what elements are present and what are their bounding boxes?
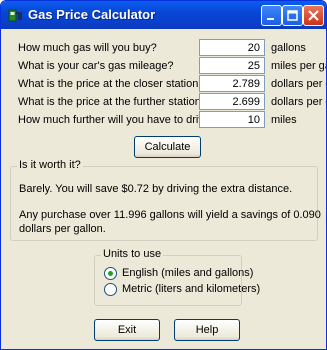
gas-amount-label: How much gas will you buy? xyxy=(18,42,157,54)
further-price-unit: dollars per gallon xyxy=(271,96,326,108)
close-icon xyxy=(308,10,319,21)
extra-distance-input[interactable] xyxy=(199,111,265,128)
units-groupbox: Units to use English (miles and gallons)… xyxy=(94,248,260,306)
result-detail-line1: Any purchase over 11.996 gallons will yi… xyxy=(19,209,321,221)
help-button[interactable]: Help xyxy=(174,319,240,341)
gas-amount-unit: gallons xyxy=(271,42,306,54)
maximize-icon xyxy=(287,10,298,21)
closer-price-input[interactable] xyxy=(199,75,265,92)
result-legend: Is it worth it? xyxy=(17,159,83,171)
extra-distance-label: How much further will you have to drive? xyxy=(18,114,217,126)
english-units-radio[interactable] xyxy=(104,267,117,280)
english-units-label[interactable]: English (miles and gallons) xyxy=(122,267,253,279)
gas-amount-input[interactable] xyxy=(199,39,265,56)
extra-distance-unit: miles xyxy=(271,114,297,126)
result-summary: Barely. You will save $0.72 by driving t… xyxy=(19,183,293,195)
gas-pump-icon xyxy=(8,9,22,22)
minimize-button[interactable] xyxy=(261,5,282,26)
further-price-input[interactable] xyxy=(199,93,265,110)
further-price-label: What is the price at the further station… xyxy=(18,96,207,108)
gas-mileage-unit: miles per gallon xyxy=(271,60,326,72)
gas-price-calculator-window: Gas Price Calculator How much gas will y… xyxy=(0,0,327,350)
gas-mileage-input[interactable] xyxy=(199,57,265,74)
selected-dot xyxy=(108,271,113,276)
result-detail-line2: dollars per gallon. xyxy=(19,223,106,235)
exit-button[interactable]: Exit xyxy=(94,319,160,341)
close-button[interactable] xyxy=(303,5,324,26)
window-title: Gas Price Calculator xyxy=(28,7,156,22)
metric-units-radio[interactable] xyxy=(104,283,117,296)
title-bar[interactable]: Gas Price Calculator xyxy=(1,1,326,29)
result-groupbox: Is it worth it? Barely. You will save $0… xyxy=(10,159,321,241)
gas-mileage-label: What is your car's gas mileage? xyxy=(18,60,174,72)
minimize-icon xyxy=(267,18,274,20)
units-legend: Units to use xyxy=(101,248,164,260)
closer-price-unit: dollars per gallon xyxy=(271,78,326,90)
calculate-button[interactable]: Calculate xyxy=(134,136,201,158)
maximize-button[interactable] xyxy=(282,5,303,26)
metric-units-label[interactable]: Metric (liters and kilometers) xyxy=(122,283,260,295)
closer-price-label: What is the price at the closer station? xyxy=(18,78,205,90)
